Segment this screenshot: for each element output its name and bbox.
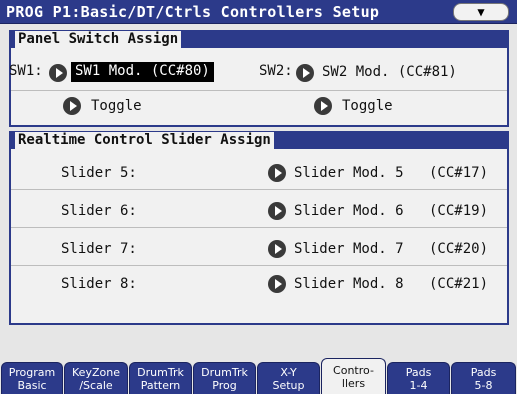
slider-5-label: Slider 5: [61,165,137,181]
chevron-down-icon: ▼ [477,5,485,19]
tab-line2: Pattern [140,378,181,392]
tab-line2: Prog [212,378,237,392]
sw1-assign-popup-icon[interactable] [49,64,67,82]
slider-5-cc: (CC#17) [429,165,489,181]
slider-7-assign-field[interactable]: Slider Mod. 7 [294,241,404,257]
realtime-slider-assign-group: Realtime Control Slider Assign Slider 5:… [9,131,509,325]
slider-row-divider [11,189,507,190]
panel-switch-divider [11,90,507,91]
tab-pads-5-8[interactable]: Pads 5-8 [451,362,516,394]
tab-line1: KeyZone [72,365,120,379]
sw1-assign-field[interactable]: SW1 Mod. (CC#80) [71,62,214,82]
tab-drumtrk-pattern[interactable]: DrumTrk Pattern [129,362,192,394]
page-title: PROG P1:Basic/DT/Ctrls Controllers Setup [6,3,380,21]
slider-8-popup-icon[interactable] [268,275,286,293]
tab-line2: Setup [272,378,305,392]
tab-line1: Program [8,365,56,379]
tab-line1: DrumTrk [137,365,184,379]
tab-drumtrk-prog[interactable]: DrumTrk Prog [193,362,256,394]
sw2-assign-popup-icon[interactable] [296,64,314,82]
tab-pads-1-4[interactable]: Pads 1-4 [387,362,450,394]
slider-8-assign-field[interactable]: Slider Mod. 8 [294,276,404,292]
tab-line1: Pads [470,365,497,379]
panel-switch-header: Panel Switch Assign [11,31,507,48]
tab-line2: llers [341,376,366,390]
slider-5-assign-field[interactable]: Slider Mod. 5 [294,165,404,181]
slider-5-popup-icon[interactable] [268,164,286,182]
slider-7-label: Slider 7: [61,241,137,257]
sw2-mode-popup-icon[interactable] [314,97,332,115]
tab-line2: 1-4 [409,378,428,392]
tab-line1: X-Y [280,365,297,379]
sw1-mode-field[interactable]: Toggle [91,98,142,114]
page-menu-button[interactable]: ▼ [453,3,509,21]
tab-program-basic[interactable]: Program Basic [1,362,63,394]
realtime-slider-header: Realtime Control Slider Assign [11,132,507,149]
tab-controllers[interactable]: Contro- llers [321,358,386,394]
slider-6-assign-field[interactable]: Slider Mod. 6 [294,203,404,219]
slider-row-divider [11,265,507,266]
tab-xy-setup[interactable]: X-Y Setup [257,362,320,394]
title-bar: PROG P1:Basic/DT/Ctrls Controllers Setup… [0,0,517,24]
realtime-slider-title: Realtime Control Slider Assign [15,132,274,149]
sw2-label: SW2: [259,63,293,79]
tab-line1: Contro- [333,363,374,377]
slider-7-popup-icon[interactable] [268,240,286,258]
tab-keyzone-scale[interactable]: KeyZone /Scale [64,362,128,394]
sw1-mode-popup-icon[interactable] [63,97,81,115]
slider-row-divider [11,227,507,228]
slider-8-label: Slider 8: [61,276,137,292]
panel-switch-assign-group: Panel Switch Assign SW1: SW1 Mod. (CC#80… [9,30,509,127]
tab-line1: DrumTrk [201,365,248,379]
page-tab-bar: Program Basic KeyZone /Scale DrumTrk Pat… [0,352,517,394]
sw2-mode-field[interactable]: Toggle [342,98,393,114]
slider-8-cc: (CC#21) [429,276,489,292]
slider-6-label: Slider 6: [61,203,137,219]
tab-line1: Pads [405,365,432,379]
slider-7-cc: (CC#20) [429,241,489,257]
panel-switch-title: Panel Switch Assign [15,31,182,48]
tab-line2: Basic [17,378,47,392]
slider-6-cc: (CC#19) [429,203,489,219]
sw1-label: SW1: [9,63,43,79]
sw2-assign-field[interactable]: SW2 Mod. (CC#81) [322,64,457,80]
tab-line2: 5-8 [474,378,493,392]
tab-line2: /Scale [79,378,113,392]
slider-6-popup-icon[interactable] [268,202,286,220]
